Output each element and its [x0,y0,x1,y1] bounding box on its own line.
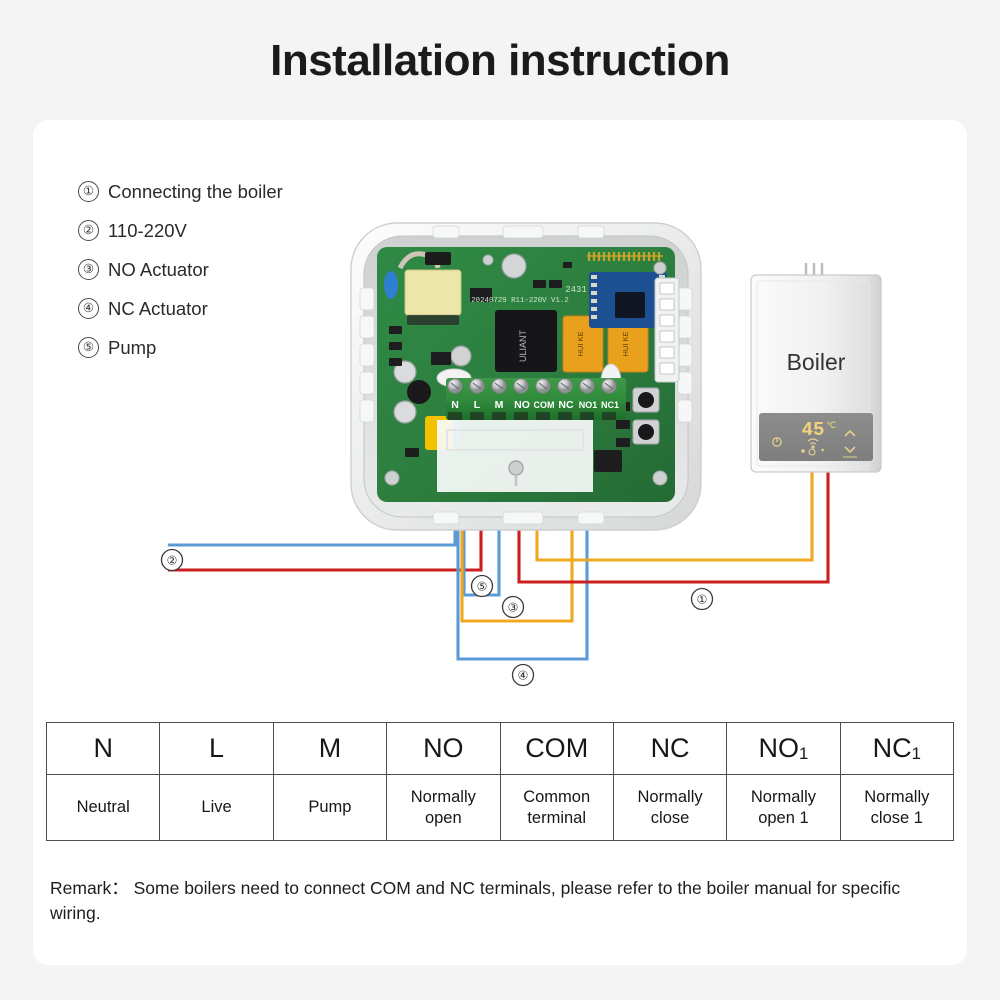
desc-line: open 1 [758,808,809,827]
content-card: ① Connecting the boiler ② 110-220V ③ NO … [33,120,967,965]
boiler-temperature-unit: ℃ [826,420,836,430]
header-main: NO [758,733,800,763]
pcb-transformer-base [407,315,459,325]
device-lower-cover [437,420,593,492]
marker-label: ③ [508,601,519,615]
desc-line: close [650,808,690,827]
table-desc-cell: Common terminal [499,774,614,841]
table-header-cell: NO [386,722,501,775]
pcb-transformer [404,269,462,316]
desc-line: Normally [410,788,476,807]
page-title: Installation instruction [270,36,730,85]
marker-2: ② [160,548,184,572]
desc-line: Common [523,788,591,807]
boiler-flue [804,263,824,275]
terminal-block: N L M NO COM NC NO1 NC1 [446,378,626,420]
terminal-spec-table: N L M NO COM NC NO1 NC1 Neutral Live Pum… [45,722,955,841]
desc-line: Normally [750,788,816,807]
header-sub: 1 [799,744,809,763]
pcb-code-text: 2431 [565,285,587,295]
terminal-label-no: NO [514,399,530,411]
marker-1: ① [690,587,714,611]
desc-line: open [424,808,462,827]
desc-line: Neutral [76,798,130,817]
table-desc-cell: Live [159,774,274,841]
desc-line: Normally [637,788,703,807]
pcb-capacitor-blue [384,271,398,299]
terminal-label-m: M [495,399,504,411]
header-main: NC [650,733,690,763]
header-connector [654,277,680,383]
terminal-label-com: COM [534,400,555,410]
terminal-label-n: N [451,399,459,411]
mounting-screw [653,261,667,275]
header-main: M [318,733,342,763]
relay-secondary-label: HUI KE [576,331,585,356]
mounting-screw [482,254,494,266]
terminal-label-nc: NC [558,399,574,411]
desc-line: Pump [308,798,352,817]
pcb-inductor [407,380,431,404]
marker-label: ④ [518,669,529,683]
table-header-cell: NC [612,722,728,775]
header-main: COM [525,733,589,763]
relay-main-label: ULIANT [518,330,528,363]
wifi-module-chip [615,292,645,318]
marker-3: ③ [501,595,525,619]
table-desc-cell: Normally close [612,774,728,841]
push-button[interactable] [632,387,660,413]
relay-device: ULIANT HUI KE HUI KE 20240729 R11-220V V… [350,222,702,531]
header-main: NC [872,733,912,763]
boiler-temperature-value: 45 [802,419,825,441]
table-header-row: N L M NO COM NC NO1 NC1 [45,722,955,775]
boiler-unit: Boiler 45 ℃ [750,263,882,473]
marker-label: ① [697,593,708,607]
table-header-cell: L [159,722,274,775]
pcb-electrolytic-cap [501,253,527,279]
terminal-label-nc1: NC1 [601,400,619,410]
relay-secondary-label: HUI KE [621,331,630,356]
pcb-silkscreen-text: 20240729 R11-220V V1.2 [471,297,569,305]
marker-4: ④ [511,663,535,687]
table-desc-cell: Normally open 1 [726,774,841,841]
terminal-label-no1: NO1 [579,400,598,410]
desc-line: close 1 [870,808,923,827]
desc-line: Live [201,798,232,817]
table-desc-cell: Neutral [45,774,161,841]
table-desc-cell: Normally open [386,774,501,841]
desc-line: Normally [864,788,930,807]
desc-line: terminal [527,808,587,827]
header-sub: 1 [911,744,921,763]
table-header-cell: N [45,722,161,775]
table-header-cell: M [272,722,388,775]
header-main: N [93,733,113,763]
pcb-connector [425,252,451,265]
table-description-row: Neutral Live Pump Normally open Common ter… [45,774,955,841]
marker-label: ⑤ [477,580,488,594]
table-desc-cell: Normally close 1 [839,774,955,841]
installation-instruction-page: Installation instruction ① Connecting th… [0,0,1000,1000]
marker-5: ⑤ [470,574,494,598]
remark-text: Remark： Some boilers need to connect COM… [50,878,901,923]
table-desc-cell: Pump [272,774,388,841]
table-header-cell: NO1 [726,722,841,775]
pcb-electrolytic-cap [393,400,417,424]
header-main: L [209,733,225,763]
marker-label: ② [167,554,178,568]
terminal-label-l: L [474,399,481,411]
header-main: NO [423,733,464,763]
table-header-cell: NC1 [839,722,955,775]
pcb-electrolytic-cap [450,345,472,367]
boiler-name-label: Boiler [787,349,846,375]
table-header-cell: COM [499,722,614,775]
